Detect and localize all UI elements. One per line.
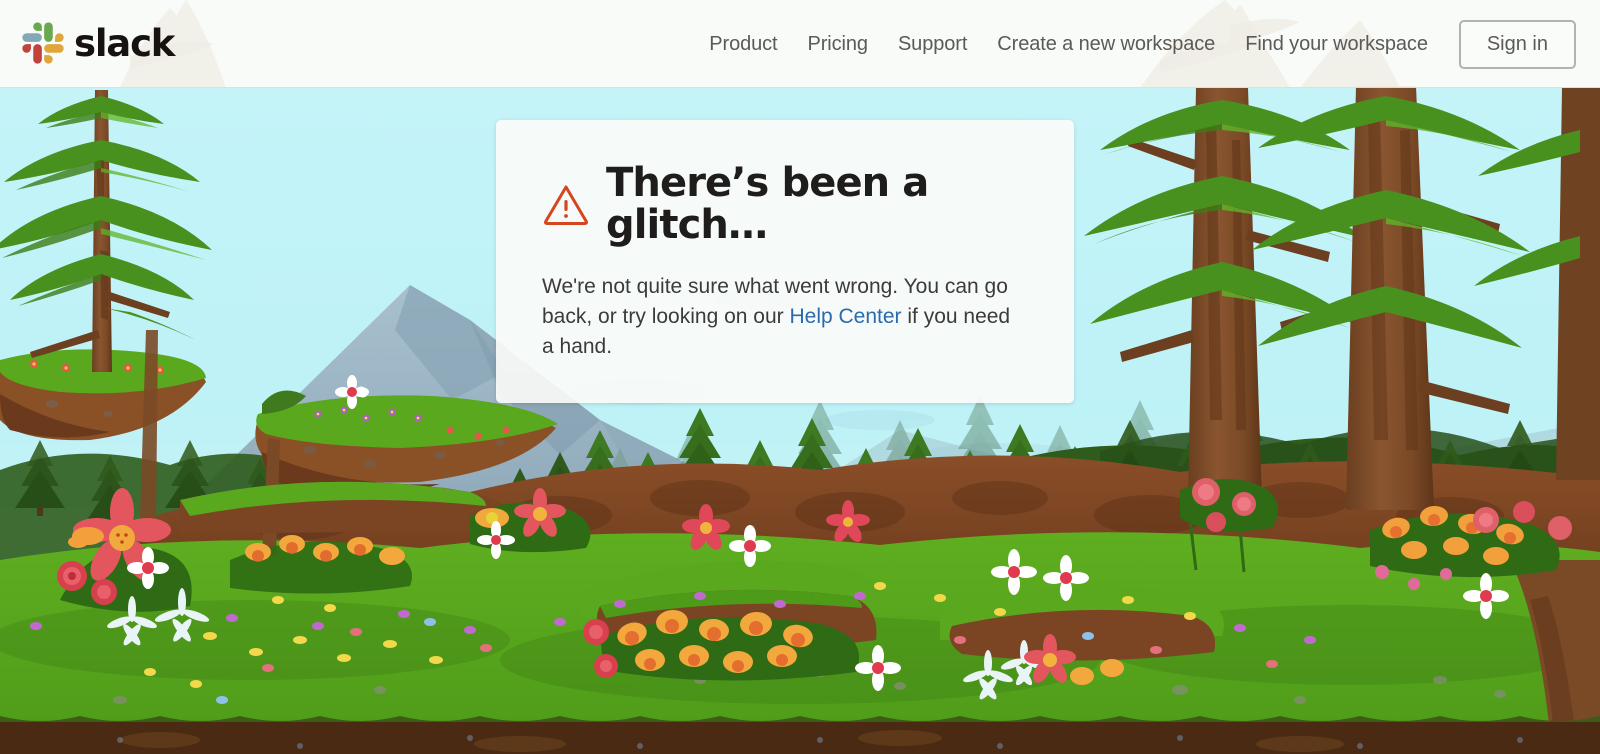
nav-item-support[interactable]: Support [883,33,982,56]
help-center-link[interactable]: Help Center [789,305,901,328]
nav-item-create-workspace[interactable]: Create a new workspace [982,33,1230,56]
slack-logo-text: slack [74,21,175,65]
error-message: We're not quite sure what went wrong. Yo… [542,272,1012,363]
sign-in-button[interactable]: Sign in [1458,19,1576,69]
nav-item-product[interactable]: Product [694,33,792,56]
nav-item-find-workspace[interactable]: Find your workspace [1230,33,1443,56]
slack-logo-icon [22,22,64,64]
site-header: slack Product Pricing Support Create a n… [0,0,1600,88]
warning-triangle-icon [544,185,588,225]
error-title: There’s been a glitch… [606,160,929,248]
error-card-header: There’s been a glitch… [542,162,1028,246]
slack-logo[interactable]: slack [22,21,175,65]
nav-item-pricing[interactable]: Pricing [793,33,883,56]
main-navigation: Product Pricing Support Create a new wor… [694,0,1576,87]
error-card: There’s been a glitch… We're not quite s… [496,120,1074,403]
